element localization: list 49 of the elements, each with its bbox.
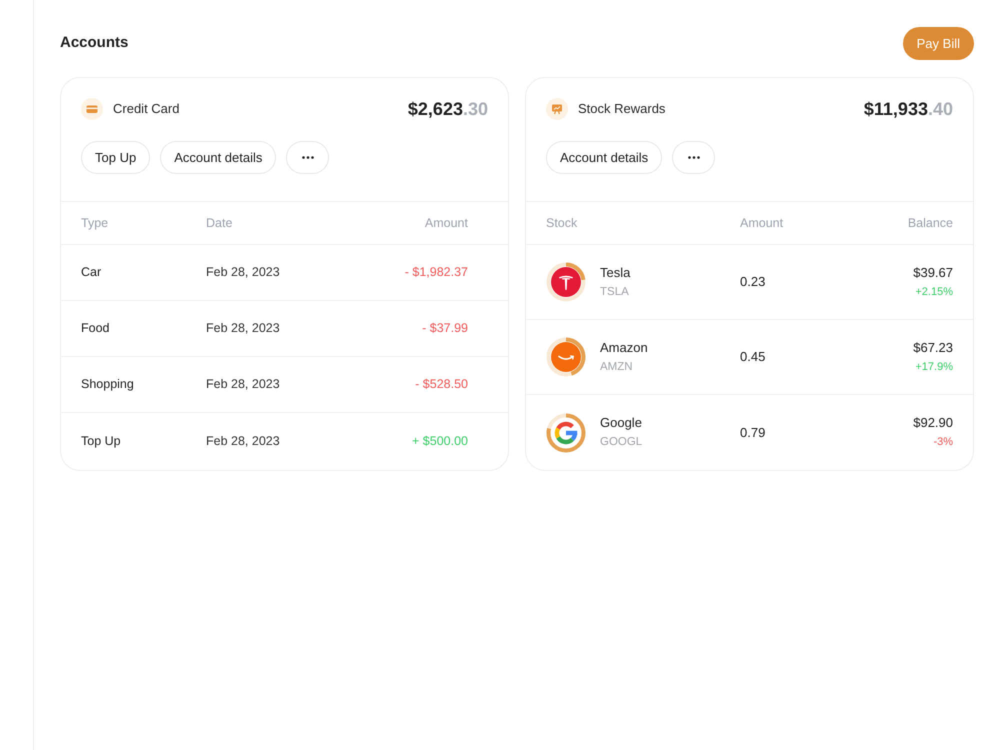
action-button[interactable]: Account details [546,141,662,174]
action-button[interactable]: Top Up [81,141,150,174]
table-cell-text: 0.79 [740,424,766,442]
table-cell-text: Feb 28, 2023 [206,264,281,282]
stock-ticker: GOOGL [600,435,642,450]
stock-name: Amazon [600,340,648,356]
balance-value: $67.23 [913,340,953,356]
stock-ticker: AMZN [600,360,634,374]
table-cell-text: Feb 28, 2023 [206,432,281,450]
amount-cell-text: + $500.00 [412,432,468,450]
table-cell-text: Food [81,320,110,338]
table-cell-text: Top Up [81,432,122,450]
table-cell-text: Feb 28, 2023 [206,376,281,394]
column-header: Amount [740,214,784,232]
page-title: Accounts [60,33,128,54]
table-cell-text: 0.45 [740,348,766,366]
table-cell-text: Car [81,264,102,282]
change-percent: +2.15% [915,284,953,300]
column-header: Type [81,214,110,232]
account-title: Stock Rewards [578,100,666,118]
table-cell-text: 0.23 [740,273,766,292]
column-header: Date [206,214,234,232]
amount-cell-text: - $37.99 [422,320,468,338]
action-button[interactable]: Account details [160,141,276,174]
balance-value: $92.90 [913,415,953,431]
progress-ring [546,412,586,452]
column-header: Stock [546,214,578,232]
more-dots-icon [302,156,314,159]
balance-value: $39.67 [913,264,953,280]
credit-card-icon [81,98,103,120]
chart-board-icon [546,98,568,120]
amount-cell-text: - $1,982.37 [404,264,468,282]
balance-amount: $2,623.30 [408,100,488,118]
table-cell-text: Shopping [81,376,135,394]
change-percent: -3% [933,435,953,450]
stock-name: Tesla [600,264,630,280]
account-title: Credit Card [113,100,180,118]
change-percent: +17.9% [915,360,953,374]
balance-amount: $11,933.40 [864,100,953,118]
more-dots-icon [688,156,700,159]
stock-ticker: TSLA [600,284,630,300]
table-cell-text: Feb 28, 2023 [206,320,281,338]
letter-g-logo-icon [553,420,579,446]
amount-cell-text: - $528.50 [415,376,468,394]
stock-name: Google [600,415,642,431]
column-header: Balance [908,214,953,232]
more-button[interactable] [286,141,330,174]
column-header: Amount [424,214,468,232]
more-button[interactable] [672,141,716,174]
